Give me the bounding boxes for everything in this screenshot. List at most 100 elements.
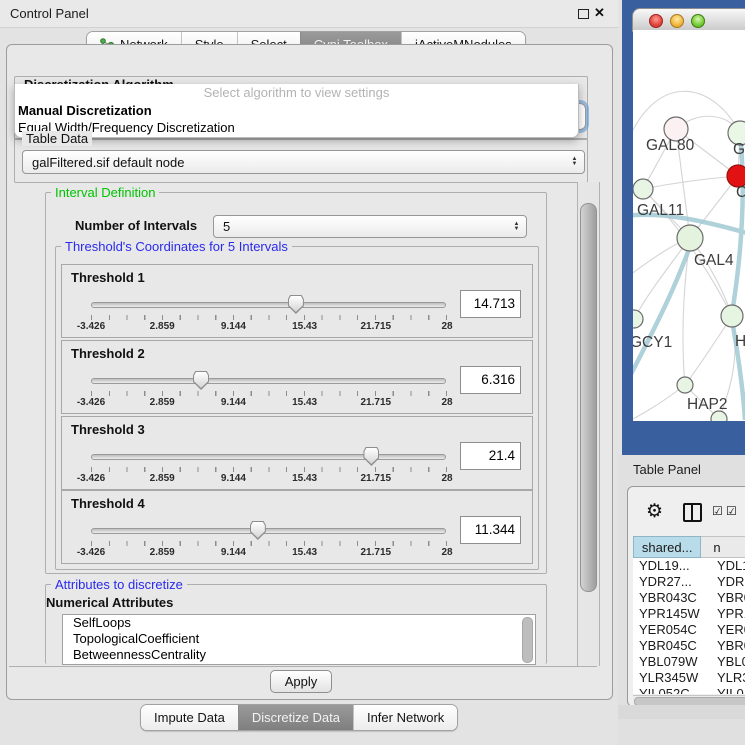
threshold-2-panel: Threshold 2 -3.426 2.859 9.144 15.43 21.… (61, 340, 533, 414)
node-label-partial: G (733, 141, 745, 158)
table-row[interactable]: YBL079WYBL0 (633, 654, 745, 670)
node[interactable] (721, 305, 743, 327)
number-of-intervals-value: 5 (223, 219, 230, 234)
node-gcy1[interactable] (633, 310, 643, 328)
network-view-canvas[interactable]: GAL80 G C GAL11 GAL4 GCY1 H HAP2 (633, 30, 745, 421)
table-row[interactable]: YLR345WYLR3 (633, 670, 745, 686)
gear-icon[interactable]: ⚙ (646, 500, 663, 523)
node-label-gal4: GAL4 (694, 252, 734, 269)
slider-ticks (91, 541, 447, 546)
table-panel-region: Table Panel ⚙ ☑ ☑ shared... n YDL19...YD… (618, 455, 745, 745)
node-label-gal80: GAL80 (646, 137, 695, 154)
checkbox-icon[interactable]: ☑ (726, 504, 737, 518)
number-of-intervals-combobox[interactable]: 5 ▲▼ (213, 215, 527, 238)
node-label-gal11: GAL11 (637, 202, 684, 219)
network-nodes[interactable] (633, 117, 745, 421)
slider-ticks (91, 467, 447, 472)
column-header-name[interactable]: n (701, 536, 745, 558)
network-window-titlebar[interactable] (632, 8, 745, 32)
tab-impute-data[interactable]: Impute Data (141, 705, 238, 730)
slider-track[interactable] (91, 378, 446, 384)
threshold-1-value-field[interactable]: 14.713 (460, 290, 521, 318)
slider-ticks (91, 315, 447, 320)
table-data-value: galFiltered.sif default node (32, 155, 184, 170)
table-row[interactable]: YER054CYER0 (633, 622, 745, 638)
zoom-traffic-light[interactable] (691, 14, 705, 28)
threshold-3-value-field[interactable]: 21.4 (460, 442, 521, 470)
table-row[interactable]: YPR145WYPR1 (633, 606, 745, 622)
table-row[interactable]: YIL052CYIL0 (633, 686, 745, 694)
slider-track[interactable] (91, 454, 446, 460)
threshold-1-slider[interactable] (91, 295, 446, 315)
slider-thumb[interactable] (193, 371, 209, 390)
threshold-4-value-field[interactable]: 11.344 (460, 516, 521, 544)
slider-thumb[interactable] (363, 447, 379, 466)
thresholds-group-title: Threshold's Coordinates for 5 Intervals (61, 239, 292, 254)
node-hap2[interactable] (677, 377, 693, 393)
threshold-3-slider[interactable] (91, 447, 446, 467)
float-window-icon[interactable] (578, 9, 589, 19)
slider-tick-labels: -3.426 2.859 9.144 15.43 21.715 28 (91, 321, 447, 333)
table-row[interactable]: YDR27...YDR2 (633, 574, 745, 590)
threshold-2-label: Threshold 2 (71, 346, 145, 361)
node-label-hap2: HAP2 (687, 396, 728, 413)
threshold-3-label: Threshold 3 (71, 422, 145, 437)
node-label-partial: H (735, 333, 745, 350)
list-item[interactable]: BetweennessCentrality (63, 647, 535, 663)
threshold-4-slider[interactable] (91, 521, 446, 541)
node-gal4[interactable] (677, 225, 703, 251)
application-window: Control Panel ✕ Network Style Select Cyn… (0, 0, 745, 745)
slider-thumb[interactable] (250, 521, 266, 540)
node-gal11[interactable] (633, 179, 653, 199)
algorithm-option-equal-width[interactable]: Equal Width/Frequency Discretization (15, 119, 578, 136)
combo-stepper-icon: ▲▼ (512, 222, 521, 232)
panel-bottom-strip (618, 705, 745, 719)
close-traffic-light[interactable] (649, 14, 663, 28)
slider-thumb[interactable] (288, 295, 304, 314)
table-header-row: shared... n (633, 536, 745, 558)
threshold-2-slider[interactable] (91, 371, 446, 391)
control-panel-titlebar (0, 0, 618, 28)
list-item[interactable]: TopologicalCoefficient (63, 631, 535, 647)
interval-definition-title: Interval Definition (51, 185, 159, 200)
slider-tick-labels: -3.426 2.859 9.144 15.43 21.715 28 (91, 397, 447, 409)
checkbox-icon[interactable]: ☑ (712, 504, 723, 518)
threshold-3-panel: Threshold 3 -3.426 2.859 9.144 15.43 21.… (61, 416, 533, 490)
threshold-1-panel: Threshold 1 -3.426 2.859 9.144 15.43 21.… (61, 264, 533, 338)
close-icon[interactable]: ✕ (594, 5, 605, 21)
cyni-mode-tabs: Impute Data Discretize Data Infer Networ… (140, 704, 458, 731)
numerical-attributes-list: SelfLoops TopologicalCoefficient Between… (62, 614, 536, 665)
node-label-partial: C (736, 184, 745, 201)
table-row[interactable]: YBR045CYBR0 (633, 638, 745, 654)
minimize-traffic-light[interactable] (670, 14, 684, 28)
column-header-shared[interactable]: shared... (633, 536, 701, 558)
panel-scrollbar-thumb[interactable] (580, 203, 597, 592)
slider-tick-labels: -3.426 2.859 9.144 15.43 21.715 28 (91, 547, 447, 559)
network-window-frame: GAL80 G C GAL11 GAL4 GCY1 H HAP2 (622, 0, 745, 455)
slider-track[interactable] (91, 528, 446, 534)
table-row[interactable]: YBR043CYBR0 (633, 590, 745, 606)
table-data-combobox[interactable]: galFiltered.sif default node ▲▼ (22, 150, 585, 174)
threshold-4-panel: Threshold 4 -3.426 2.859 9.144 15.43 21.… (61, 490, 533, 564)
node-label-gcy1: GCY1 (633, 334, 672, 351)
slider-tick-labels: -3.426 2.859 9.144 15.43 21.715 28 (91, 473, 447, 485)
combo-stepper-icon: ▲▼ (570, 157, 579, 167)
split-columns-icon[interactable] (683, 503, 702, 522)
list-item[interactable]: SelfLoops (63, 615, 535, 631)
slider-ticks (91, 391, 447, 396)
threshold-4-label: Threshold 4 (71, 496, 145, 511)
network-graph: GAL80 G C GAL11 GAL4 GCY1 H HAP2 (633, 30, 745, 421)
tab-infer-network[interactable]: Infer Network (353, 705, 457, 730)
content-separator (9, 666, 597, 667)
algorithm-dropdown-popup: Select algorithm to view settings Manual… (14, 84, 579, 138)
algorithm-option-manual[interactable]: Manual Discretization (15, 102, 578, 119)
threshold-2-value-field[interactable]: 6.316 (460, 366, 521, 394)
number-of-intervals-label: Number of Intervals (75, 218, 197, 233)
slider-track[interactable] (91, 302, 446, 308)
apply-button[interactable]: Apply (270, 670, 332, 693)
table-row[interactable]: YDL19...YDL1 (633, 558, 745, 574)
threshold-1-label: Threshold 1 (71, 270, 145, 285)
list-scrollbar[interactable] (522, 617, 533, 663)
table-body: YDL19...YDL1 YDR27...YDR2 YBR043CYBR0 YP… (633, 558, 745, 694)
tab-discretize-data[interactable]: Discretize Data (238, 705, 353, 730)
